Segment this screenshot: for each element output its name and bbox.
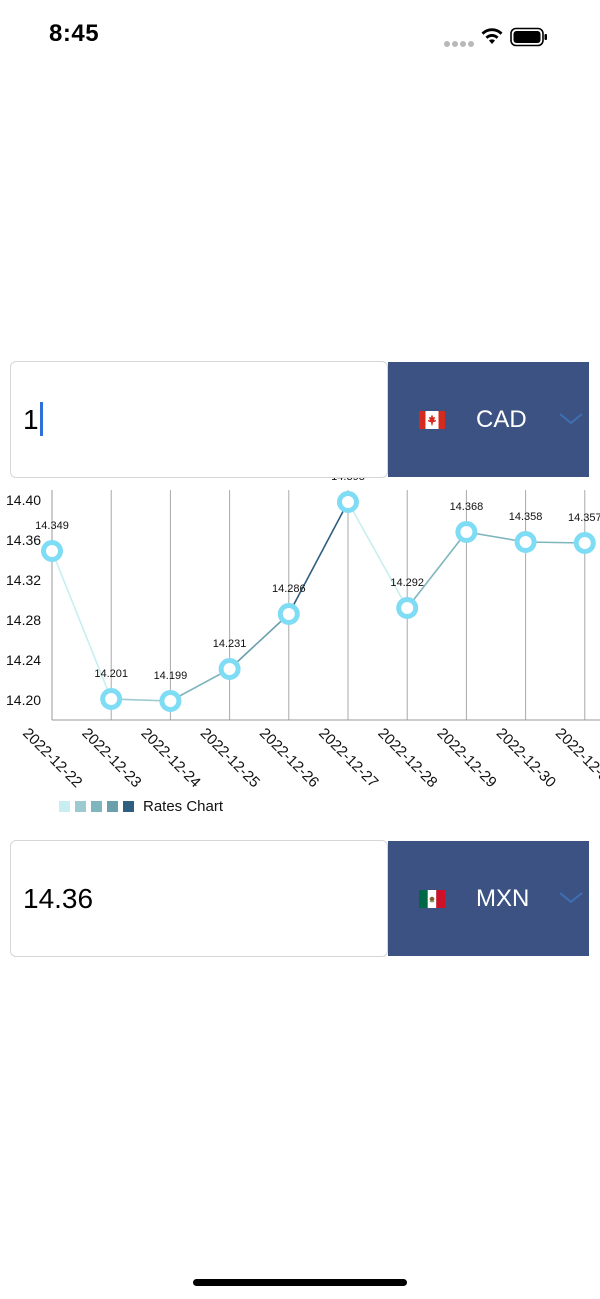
cellular-signal-icon — [444, 34, 476, 52]
y-tick-label: 14.40 — [6, 492, 41, 508]
x-tick-label: 2022-12-26 — [256, 725, 322, 791]
to-amount-output[interactable]: 14.36 — [10, 840, 388, 957]
x-tick-label: 2022-12-22 — [19, 725, 85, 791]
data-label: 14.368 — [450, 501, 484, 513]
data-label: 14.398 — [331, 478, 365, 483]
x-tick-label: 2022-12-29 — [434, 725, 500, 791]
chevron-down-icon[interactable] — [558, 890, 584, 906]
battery-icon — [510, 27, 547, 47]
y-tick-label: 14.36 — [6, 532, 41, 548]
from-currency-code: CAD — [476, 406, 527, 433]
status-time: 8:45 — [49, 20, 100, 47]
data-point — [514, 531, 537, 553]
data-label: 14.231 — [213, 638, 247, 650]
chevron-down-icon[interactable] — [558, 411, 584, 427]
data-label: 14.201 — [94, 668, 128, 680]
from-amount-input[interactable]: 1 — [10, 361, 388, 478]
legend-swatch — [107, 801, 118, 812]
rates-chart-svg: 14.20 14.24 14.28 14.32 14.36 14.40 14.349 14.2… — [6, 478, 600, 791]
x-tick-label: 2022-12-23 — [78, 725, 144, 791]
to-currency-code: MXN — [476, 885, 530, 912]
x-tick-label: 2022-12-24 — [138, 725, 204, 791]
data-label: 14.199 — [154, 670, 188, 682]
x-tick-label: 2022-12-30 — [493, 725, 559, 791]
from-currency-row: 1 CAD — [10, 361, 589, 478]
y-tick-label: 14.28 — [6, 612, 41, 628]
y-tick-label: 14.24 — [6, 652, 41, 668]
data-label: 14.286 — [272, 583, 306, 595]
data-point — [337, 491, 359, 513]
home-indicator — [193, 1279, 407, 1286]
legend-swatch — [123, 801, 134, 812]
y-tick-label: 14.32 — [6, 572, 41, 588]
data-point — [277, 603, 300, 625]
to-amount-value: 14.36 — [23, 883, 94, 914]
legend-swatch — [75, 801, 86, 812]
x-tick-label: 2022-12-3 — [552, 725, 600, 785]
legend-swatch — [59, 801, 70, 812]
series-line-segment — [347, 501, 408, 609]
data-point — [100, 688, 123, 710]
x-tick-label: 2022-12-28 — [374, 725, 440, 791]
data-label: 14.357 — [568, 512, 600, 524]
x-tick-label: 2022-12-25 — [197, 725, 263, 791]
status-icons — [444, 26, 574, 48]
from-currency-selector[interactable]: CAD — [388, 362, 589, 477]
series-line-segment — [406, 531, 468, 609]
legend-swatch — [91, 801, 102, 812]
canada-flag-icon — [419, 411, 445, 429]
data-point — [41, 540, 63, 562]
x-tick-label: 2022-12-27 — [315, 725, 381, 791]
series-line-segment — [288, 501, 349, 615]
rates-chart: 14.20 14.24 14.28 14.32 14.36 14.40 14.349 14.2… — [0, 478, 600, 823]
data-point — [455, 521, 478, 543]
data-point — [396, 597, 419, 619]
wifi-icon — [481, 28, 503, 44]
data-label: 14.292 — [390, 577, 424, 589]
status-bar: 8:45 — [0, 0, 600, 72]
data-label: 14.358 — [509, 511, 543, 523]
data-point — [573, 532, 596, 554]
to-currency-row: 14.36 MXN — [10, 840, 589, 957]
y-tick-label: 14.20 — [6, 692, 41, 708]
to-currency-selector[interactable]: MXN — [388, 841, 589, 956]
mexico-flag-icon — [419, 890, 445, 908]
data-point — [218, 658, 241, 680]
data-point — [159, 690, 182, 712]
text-cursor — [39, 401, 43, 436]
data-label: 14.349 — [35, 520, 69, 532]
legend-label: Rates Chart — [143, 798, 224, 815]
from-amount-value: 1 — [23, 404, 39, 435]
